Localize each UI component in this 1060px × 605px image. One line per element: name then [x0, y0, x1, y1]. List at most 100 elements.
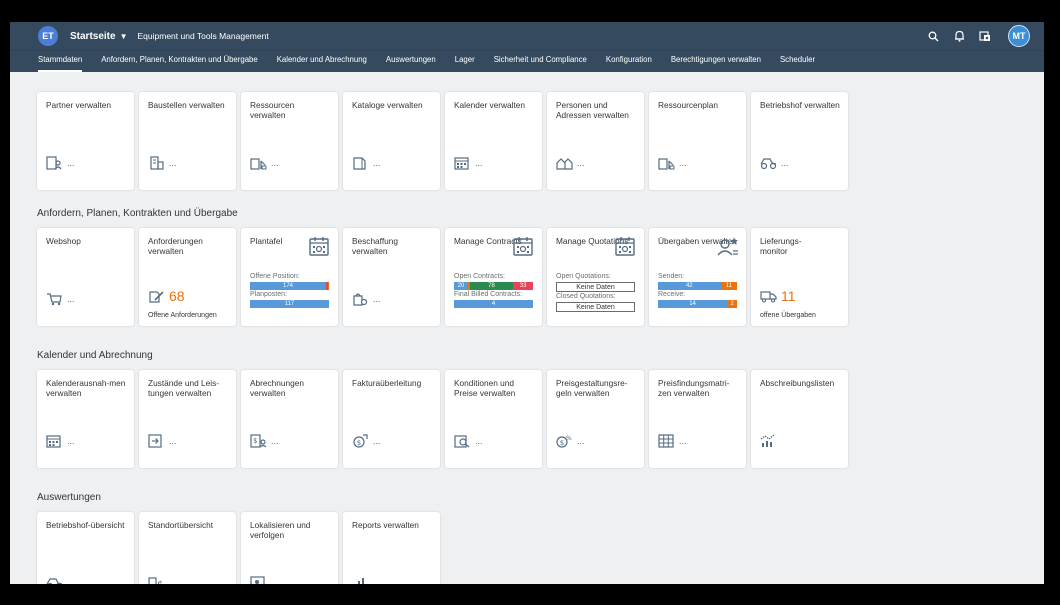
kpi-value: 68 — [169, 288, 185, 304]
tile-betriebshof[interactable]: Betriebshof verwalten ... — [751, 92, 848, 190]
bar-segment: 117 — [250, 300, 329, 308]
tile-abrechnungen[interactable]: Abrechnungen verwalten $... — [241, 370, 338, 468]
tile-kataloge[interactable]: Kataloge verwalten ... — [343, 92, 440, 190]
tab-sicherheit[interactable]: Sicherheit und Compliance — [494, 51, 587, 72]
tile-personen[interactable]: Personen und Adressen verwalten ... — [547, 92, 644, 190]
no-data-box: Keine Daten — [556, 302, 635, 312]
bar-label: Senden: — [658, 273, 685, 280]
tab-kalender[interactable]: Kalender und Abrechnung — [277, 51, 367, 72]
section-title-kalender: Kalender und Abrechnung — [37, 350, 153, 361]
tile-beschaffung[interactable]: Beschaffung verwalten ... — [343, 228, 440, 326]
tile-row-stammdaten: Partner verwalten ... Baustellen verwalt… — [37, 92, 1044, 190]
tile-webshop[interactable]: Webshop ... — [37, 228, 134, 326]
section-title-auswertungen: Auswertungen — [37, 492, 101, 503]
svg-text:$: $ — [357, 439, 361, 447]
invoice-transfer-icon: $ — [352, 434, 369, 448]
tab-anfordern[interactable]: Anfordern, Planen, Kontrakten und Überga… — [101, 51, 257, 72]
tile-betriebshof-uebersicht[interactable]: Betriebshof-übersicht — [37, 512, 134, 584]
tile-preisfindung[interactable]: Preisfindungsmatri-zen verwalten ... — [649, 370, 746, 468]
tab-konfiguration[interactable]: Konfiguration — [606, 51, 652, 72]
calendar-icon — [454, 156, 471, 170]
more-indicator: ... — [781, 158, 789, 168]
calendar-icon — [309, 236, 329, 256]
tile-standort[interactable]: Standortübersicht $ — [139, 512, 236, 584]
bar-senden: 42 11 — [658, 282, 737, 290]
tile-konditionen[interactable]: Konditionen und Preise verwalten ... — [445, 370, 542, 468]
more-indicator: ... — [67, 294, 75, 304]
bar-segment: 78 — [469, 282, 514, 290]
tile-title: Webshop — [46, 236, 81, 246]
billing-icon: $ — [250, 434, 267, 448]
tab-lager[interactable]: Lager — [455, 51, 475, 72]
more-indicator: ... — [67, 436, 75, 446]
plantafel-chart: Offene Position: 174 Planposten: 117 — [250, 272, 329, 308]
bar-label: Offene Position: — [250, 273, 300, 280]
more-indicator: ... — [679, 436, 687, 446]
more-indicator: ... — [373, 294, 381, 304]
tile-preisgestaltung[interactable]: Preisgestaltungsre-geln verwalten $%... — [547, 370, 644, 468]
tab-stammdaten[interactable]: Stammdaten — [38, 51, 83, 72]
tab-auswertungen[interactable]: Auswertungen — [386, 51, 436, 72]
tile-ressourcen[interactable]: Ressourcen verwalten ... — [241, 92, 338, 190]
tile-title: Preisfindungsmatri-zen verwalten — [658, 378, 730, 398]
company-logo[interactable]: ET — [38, 26, 58, 46]
bar-segment: 4 — [454, 300, 533, 308]
more-indicator: ... — [271, 436, 279, 446]
bell-icon[interactable] — [952, 29, 966, 43]
tile-row-kalender: Kalenderausnah-men verwalten ... Zuständ… — [37, 370, 1044, 468]
more-indicator: ... — [169, 436, 177, 446]
tile-ressourcenplan[interactable]: Ressourcenplan ... — [649, 92, 746, 190]
bar-segment: 11 — [720, 282, 737, 290]
tile-plantafel[interactable]: Plantafel Offene Position: 174 Planposte… — [241, 228, 338, 326]
user-avatar[interactable]: MT — [1008, 25, 1030, 47]
tile-baustellen[interactable]: Baustellen verwalten ... — [139, 92, 236, 190]
chevron-down-icon[interactable]: ▼ — [120, 32, 128, 41]
uebergaben-chart: Senden: 42 11 Receive: 14 2 — [658, 272, 737, 308]
tile-title: Beschaffung verwalten — [352, 236, 398, 256]
tile-title: Lokalisieren und verfolgen — [250, 520, 311, 540]
tile-partner[interactable]: Partner verwalten ... — [37, 92, 134, 190]
search-icon[interactable] — [926, 29, 940, 43]
tab-scheduler[interactable]: Scheduler — [780, 51, 815, 72]
bar-label: Planposten: — [250, 291, 287, 298]
depreciation-chart-icon — [760, 434, 777, 448]
tile-title: Anforderungen verwalten — [148, 236, 203, 256]
request-edit-icon — [148, 289, 165, 303]
tile-abschreibung[interactable]: Abschreibungslisten — [751, 370, 848, 468]
app-window: ET Startseite ▼ Equipment und Tools Mana… — [10, 22, 1044, 584]
bar-segment: 174 — [250, 282, 326, 290]
home-menu[interactable]: Startseite — [70, 31, 116, 42]
tile-zustaende[interactable]: Zustände und Leis-tungen verwalten ... — [139, 370, 236, 468]
bar-receive: 14 2 — [658, 300, 737, 308]
tab-berechtigungen[interactable]: Berechtigungen verwalten — [671, 51, 761, 72]
svg-text:$: $ — [157, 580, 163, 584]
tile-kalenderausnahmen[interactable]: Kalenderausnah-men verwalten ... — [37, 370, 134, 468]
map-icon — [250, 576, 267, 584]
tile-uebergaben[interactable]: Übergaben verwalten Senden: 42 11 Receiv… — [649, 228, 746, 326]
product-switch-icon[interactable] — [978, 29, 992, 43]
tile-faktura[interactable]: Fakturaüberleitung $... — [343, 370, 440, 468]
tile-lieferungsmonitor[interactable]: Lieferungs-monitor 11 offene Übergaben — [751, 228, 848, 326]
kpi-subtitle: offene Übergaben — [760, 312, 816, 319]
tile-title: Betriebshof-übersicht — [46, 520, 125, 530]
resources-icon — [250, 156, 267, 170]
tile-lokalisieren[interactable]: Lokalisieren und verfolgen — [241, 512, 338, 584]
more-indicator: ... — [577, 158, 585, 168]
svg-text:$: $ — [560, 439, 564, 447]
svg-text:%: % — [566, 435, 572, 442]
tile-reports[interactable]: Reports verwalten — [343, 512, 440, 584]
tile-kalender[interactable]: Kalender verwalten ... — [445, 92, 542, 190]
bar-segment — [328, 282, 329, 290]
more-indicator: ... — [475, 158, 483, 168]
tile-title: Preisgestaltungsre-geln verwalten — [556, 378, 628, 398]
more-indicator: ... — [577, 436, 585, 446]
tile-title: Kalenderausnah-men verwalten — [46, 378, 126, 398]
bar-segment: 2 — [727, 300, 737, 308]
bar-segment: 33 — [513, 282, 534, 290]
calendar-icon — [615, 236, 635, 256]
tile-anforderungen[interactable]: Anforderungen verwalten 68 Offene Anford… — [139, 228, 236, 326]
tile-contracts[interactable]: Manage Contracts Open Contracts: 20 78 3… — [445, 228, 542, 326]
tile-quotations[interactable]: Manage Quotations Open Quotations: Keine… — [547, 228, 644, 326]
report-chart-icon — [352, 576, 369, 584]
catalog-icon — [352, 156, 369, 170]
